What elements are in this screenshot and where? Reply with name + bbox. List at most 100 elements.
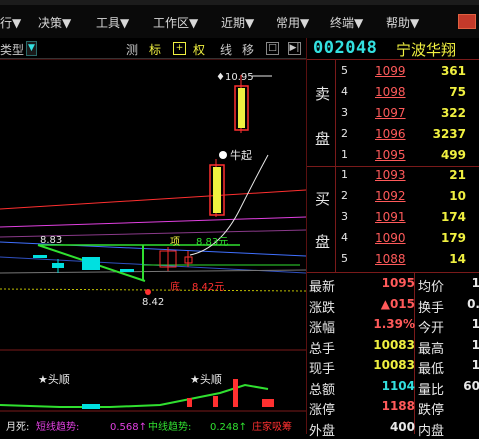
bull-start-dot <box>219 151 227 159</box>
kline-chart[interactable]: ♦10.95 牛起 8.83 项 8.83元 底 8.42元 8.42 ★头顺 … <box>0 59 306 434</box>
buy-volume: 10 <box>449 189 466 203</box>
menu-item[interactable]: 近期▼ <box>221 14 254 31</box>
menu-item[interactable]: 工作区▼ <box>153 14 198 31</box>
quote-value: 1095 <box>381 276 415 290</box>
buy-price[interactable]: 1092 <box>375 189 406 203</box>
sell-volume: 75 <box>449 85 466 99</box>
sell-volume: 361 <box>440 64 466 78</box>
menu-bar: 行▼ 决策▼ 工具▼ 工作区▼ 近期▼ 常用▼ 终端▼ 帮助▼ <box>0 0 479 38</box>
stock-name: 宁波华翔 <box>396 41 457 59</box>
status-prefix: 月死: <box>6 421 29 433</box>
buy-volume: 14 <box>449 252 466 266</box>
buy-volume: 179 <box>440 231 466 245</box>
quote-value: 1188 <box>381 399 415 413</box>
quote-value: 1.39% <box>373 317 415 331</box>
buy-price[interactable]: 1088 <box>375 252 406 266</box>
quote-label: 内盘 <box>418 423 445 439</box>
buy-price[interactable]: 1093 <box>375 168 406 182</box>
indicator-bar <box>187 398 192 407</box>
quote-value: 10083 <box>373 358 415 372</box>
chart-toolbar: 类型 ▼ 测 标 + 权 线 移 □ ▶| <box>0 38 306 59</box>
sell-price[interactable]: 1096 <box>375 127 406 141</box>
quote-value: 10083 <box>373 337 415 352</box>
quote-label: 涨幅 <box>309 321 336 336</box>
menu-item[interactable]: 行▼ <box>0 14 21 31</box>
mark-button[interactable]: 标 <box>149 41 161 58</box>
quote-label: 总额 <box>309 382 336 398</box>
add-button-icon[interactable]: + <box>173 42 186 55</box>
bull-start-label: 牛起 <box>230 148 252 162</box>
menu-item[interactable]: 决策▼ <box>38 14 71 31</box>
menu-item[interactable]: 帮助▼ <box>386 14 419 31</box>
period-dropdown-icon[interactable]: ▼ <box>26 41 37 56</box>
top-price-label: ♦10.95 <box>216 72 254 83</box>
bottom-price-tag: 8.42元 <box>192 282 224 293</box>
quote-label: 今开 <box>418 321 445 336</box>
buy-label-bottom: 盘 <box>315 233 331 251</box>
head-shoulder-label-1: ★头顺 <box>38 373 70 386</box>
quote-value: 1 <box>471 276 479 290</box>
quote-label: 涨跌 <box>309 300 336 316</box>
quote-value: ▲015 <box>380 296 415 311</box>
menu-item[interactable]: 工具▼ <box>96 14 129 31</box>
play-end-icon[interactable]: ▶| <box>288 42 301 55</box>
sell-level: 2 <box>341 127 348 140</box>
sell-price[interactable]: 1097 <box>375 106 406 120</box>
quote-label: 涨停 <box>309 403 336 418</box>
level-883-label: 8.83 <box>40 235 62 246</box>
divider <box>307 166 479 167</box>
sell-level: 3 <box>341 106 348 119</box>
quote-value: 0. <box>467 296 479 311</box>
candle <box>33 255 47 258</box>
candle <box>82 257 100 270</box>
buy-price[interactable]: 1091 <box>375 210 406 224</box>
menu-item[interactable]: 常用▼ <box>276 14 309 31</box>
quote-label: 量比 <box>418 382 445 398</box>
sell-price[interactable]: 1098 <box>375 85 406 99</box>
mid-trend-value: 0.248↑ <box>210 422 247 433</box>
buy-label-top: 买 <box>315 190 331 208</box>
quote-panel: 002048 宁波华翔 卖 盘 买 盘 5 1099 361 4 1098 75 3 1097… <box>306 38 479 439</box>
sell-label-bottom: 盘 <box>315 130 331 148</box>
quote-label: 换手 <box>418 300 445 316</box>
quote-value: 1 <box>471 358 479 372</box>
sell-price[interactable]: 1099 <box>375 64 406 78</box>
menu-item[interactable]: 终端▼ <box>330 14 363 31</box>
window-control-button[interactable] <box>458 14 476 29</box>
sell-level: 1 <box>341 148 348 161</box>
divider <box>307 272 479 273</box>
quote-label: 均价 <box>418 280 445 295</box>
buy-price[interactable]: 1090 <box>375 231 406 245</box>
indicator-bar <box>233 379 238 407</box>
sell-price[interactable]: 1095 <box>375 148 406 162</box>
line-button[interactable]: 线 <box>220 41 232 58</box>
indicator-bar <box>213 396 218 407</box>
buy-level: 3 <box>341 210 348 223</box>
candle <box>52 263 64 268</box>
quote-value: 400 <box>389 419 415 434</box>
title-strip <box>0 0 479 5</box>
quote-label: 跌停 <box>418 403 445 418</box>
indicator-bar <box>262 399 274 407</box>
quote-label: 现手 <box>309 362 336 377</box>
quote-value: 1 <box>471 337 479 352</box>
buy-level: 5 <box>341 252 348 265</box>
quote-value: 60 <box>463 378 479 393</box>
bottom-label: 底 <box>170 280 180 293</box>
candle-fill <box>238 88 245 128</box>
candle <box>120 269 134 272</box>
buy-level: 1 <box>341 168 348 181</box>
period-type-label[interactable]: 类型 <box>0 41 24 58</box>
rights-button[interactable]: 权 <box>193 41 205 58</box>
quote-value: 1104 <box>381 378 415 393</box>
sell-volume: 499 <box>440 148 466 162</box>
low-dot <box>145 289 151 295</box>
candle-fill <box>213 167 221 213</box>
menu-row: 行▼ 决策▼ 工具▼ 工作区▼ 近期▼ 常用▼ 终端▼ 帮助▼ <box>0 6 479 38</box>
window-box-icon[interactable]: □ <box>266 42 279 55</box>
move-button[interactable]: 移 <box>242 41 254 58</box>
banker-label: 庄家吸筹 <box>252 420 292 433</box>
measure-button[interactable]: 测 <box>126 41 138 58</box>
sell-volume: 322 <box>440 106 466 120</box>
top-price-tag: 8.83元 <box>196 237 228 248</box>
